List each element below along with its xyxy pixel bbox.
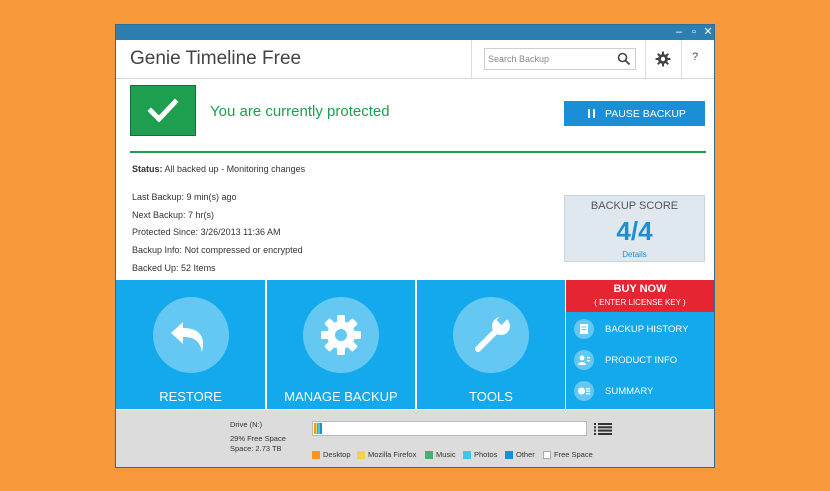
backup-score-details-link[interactable]: Details — [565, 250, 704, 259]
info-value: 9 min(s) ago — [186, 192, 237, 202]
backup-score-title: BACKUP SCORE — [590, 200, 679, 212]
legend-label: Other — [516, 450, 535, 459]
protection-status-badge — [130, 85, 196, 136]
legend-swatch — [357, 451, 365, 459]
drive-free-space: 29% Free Space — [230, 434, 286, 443]
info-row-last-backup: Last Backup: 9 min(s) ago — [132, 192, 237, 202]
history-icon — [574, 319, 594, 339]
status-value: All backed up - Monitoring changes — [164, 164, 306, 174]
summary-label: SUMMARY — [605, 386, 654, 397]
restore-icon — [153, 297, 229, 373]
header-divider — [681, 40, 682, 78]
tools-label: TOOLS — [469, 389, 513, 404]
product-info-item[interactable]: PRODUCT INFO — [566, 346, 714, 374]
drive-footer: Drive (N:) 29% Free Space Space: 2.73 TB… — [116, 410, 714, 467]
pause-icon — [588, 109, 595, 118]
info-row-next-backup: Next Backup: 7 hr(s) — [132, 210, 214, 220]
info-label: Backed Up: — [132, 263, 179, 273]
buy-now-label: BUY NOW — [613, 283, 667, 295]
tools-tile[interactable]: TOOLS — [417, 280, 565, 409]
app-title: Genie Timeline Free — [130, 48, 302, 69]
info-value: 52 Items — [181, 263, 216, 273]
info-label: Backup Info: — [132, 245, 183, 255]
usage-segment-other — [320, 423, 322, 434]
legend-swatch — [312, 451, 320, 459]
legend-swatch — [425, 451, 433, 459]
info-user-icon — [574, 350, 594, 370]
drive-usage-bar — [312, 421, 587, 436]
header-divider — [645, 40, 646, 78]
header-divider — [471, 40, 472, 78]
legend-label: Desktop — [323, 450, 351, 459]
help-button[interactable]: ? — [692, 51, 698, 63]
enter-license-key-link[interactable]: ( ENTER LICENSE KEY ) — [566, 298, 714, 307]
status-label: Status: — [132, 164, 163, 174]
info-row-protected-since: Protected Since: 3/26/2013 11:36 AM — [132, 227, 280, 237]
legend-swatch — [463, 451, 471, 459]
status-divider — [130, 151, 706, 153]
legend-swatch — [543, 451, 551, 459]
search-input[interactable] — [488, 51, 608, 67]
backup-score-panel: BACKUP SCORE 4/4 Details — [564, 195, 705, 262]
pause-backup-button[interactable]: PAUSE BACKUP — [564, 101, 705, 126]
buy-now-button[interactable]: BUY NOW ( ENTER LICENSE KEY ) — [566, 280, 714, 312]
status-line: Status: All backed up - Monitoring chang… — [132, 164, 305, 174]
manage-backup-label: MANAGE BACKUP — [284, 389, 398, 404]
list-view-icon[interactable] — [594, 423, 612, 435]
info-label: Last Backup: — [132, 192, 185, 202]
info-label: Protected Since: — [132, 227, 199, 237]
legend-label: Mozilla Firefox — [368, 450, 417, 459]
info-value: 7 hr(s) — [188, 210, 215, 220]
restore-tile[interactable]: RESTORE — [116, 280, 265, 409]
pause-backup-label: PAUSE BACKUP — [605, 108, 686, 120]
backup-history-label: BACKUP HISTORY — [605, 324, 689, 335]
minimize-button[interactable]: – — [672, 25, 686, 40]
close-button[interactable]: ✕ — [701, 25, 714, 40]
title-bar: – ▫ ✕ — [116, 25, 714, 40]
checkmark-icon — [147, 98, 179, 123]
info-value: 3/26/2013 11:36 AM — [200, 227, 281, 237]
legend-swatch — [505, 451, 513, 459]
restore-label: RESTORE — [159, 389, 222, 404]
manage-backup-tile[interactable]: MANAGE BACKUP — [267, 280, 415, 409]
wrench-icon — [453, 297, 529, 373]
app-window: – ▫ ✕ Genie Timeline Free ? — [115, 24, 715, 468]
side-menu: BACKUP HISTORY PRODUCT INFO SUMMARY — [566, 312, 714, 409]
legend-label: Music — [436, 450, 456, 459]
info-row-backed-up: Backed Up: 52 Items — [132, 263, 216, 273]
product-info-label: PRODUCT INFO — [605, 355, 678, 366]
protection-message: You are currently protected — [210, 103, 390, 120]
backup-score-value: 4/4 — [616, 216, 653, 246]
drive-name: Drive (N:) — [230, 420, 263, 429]
legend-label: Free Space — [554, 450, 593, 459]
search-box — [484, 48, 636, 70]
drive-capacity: Space: 2.73 TB — [230, 444, 282, 453]
gear-icon[interactable] — [655, 51, 671, 67]
info-label: Next Backup: — [132, 210, 186, 220]
gear-icon — [303, 297, 379, 373]
summary-item[interactable]: SUMMARY — [566, 377, 714, 405]
summary-icon — [574, 381, 594, 401]
app-header: Genie Timeline Free ? — [116, 40, 714, 79]
backup-history-item[interactable]: BACKUP HISTORY — [566, 315, 714, 343]
info-value: Not compressed or encrypted — [184, 245, 303, 255]
info-row-backup-info: Backup Info: Not compressed or encrypted — [132, 245, 303, 255]
search-icon[interactable] — [617, 52, 631, 66]
legend-label: Photos — [474, 450, 498, 459]
maximize-button[interactable]: ▫ — [687, 25, 701, 40]
